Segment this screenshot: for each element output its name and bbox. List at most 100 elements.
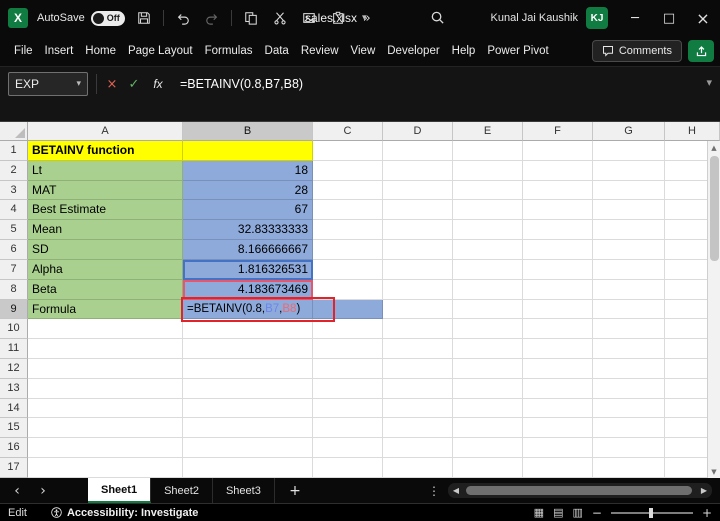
cell-A4[interactable]: Best Estimate: [28, 200, 183, 220]
cell-F6[interactable]: [523, 240, 593, 260]
cell-E2[interactable]: [453, 161, 523, 181]
cell-E4[interactable]: [453, 200, 523, 220]
cell-B2[interactable]: 18: [183, 161, 313, 181]
cell-B8[interactable]: 4.183673469: [183, 280, 313, 300]
cell-C6[interactable]: [313, 240, 383, 260]
cell-G9[interactable]: [593, 300, 665, 320]
formula-input[interactable]: =BETAINV(0.8,B7,B8): [180, 72, 303, 96]
cell-F3[interactable]: [523, 181, 593, 201]
cell-F10[interactable]: [523, 319, 593, 339]
save-icon[interactable]: [134, 8, 154, 28]
cell-A8[interactable]: Beta: [28, 280, 183, 300]
vertical-scrollbar[interactable]: ▲ ▼: [707, 141, 720, 478]
cell-A14[interactable]: [28, 399, 183, 419]
zoom-slider-thumb[interactable]: [649, 508, 653, 518]
cell-F5[interactable]: [523, 220, 593, 240]
cell-A1[interactable]: BETAINV function: [28, 141, 183, 161]
insert-function-button[interactable]: fx: [148, 72, 168, 96]
cell-C15[interactable]: [313, 418, 383, 438]
cell-E13[interactable]: [453, 379, 523, 399]
row-header-15[interactable]: 15: [0, 418, 28, 438]
cell-F15[interactable]: [523, 418, 593, 438]
ribbon-tab-file[interactable]: File: [8, 36, 39, 66]
row-header-6[interactable]: 6: [0, 240, 28, 260]
page-break-view-icon[interactable]: ▥: [572, 506, 582, 519]
cell-G17[interactable]: [593, 458, 665, 478]
accessibility-status[interactable]: Accessibility: Investigate: [51, 507, 198, 519]
sheet-tab-sheet2[interactable]: Sheet2: [151, 478, 213, 503]
cell-E10[interactable]: [453, 319, 523, 339]
cell-F11[interactable]: [523, 339, 593, 359]
cell-F9[interactable]: [523, 300, 593, 320]
cell-C2[interactable]: [313, 161, 383, 181]
cell-G2[interactable]: [593, 161, 665, 181]
row-header-16[interactable]: 16: [0, 438, 28, 458]
autosave-switch-icon[interactable]: Off: [91, 11, 125, 26]
cell-B3[interactable]: 28: [183, 181, 313, 201]
cell-C14[interactable]: [313, 399, 383, 419]
normal-view-icon[interactable]: ▦: [534, 506, 544, 519]
cell-F17[interactable]: [523, 458, 593, 478]
cell-E3[interactable]: [453, 181, 523, 201]
row-header-11[interactable]: 11: [0, 339, 28, 359]
select-all-corner[interactable]: [0, 122, 28, 141]
cell-A17[interactable]: [28, 458, 183, 478]
cell-G11[interactable]: [593, 339, 665, 359]
user-name[interactable]: Kunal Jai Kaushik: [491, 12, 578, 24]
cell-B5[interactable]: 32.83333333: [183, 220, 313, 240]
cell-C8[interactable]: [313, 280, 383, 300]
col-header-G[interactable]: G: [593, 122, 665, 141]
cell-A5[interactable]: Mean: [28, 220, 183, 240]
cell-A12[interactable]: [28, 359, 183, 379]
cell-B15[interactable]: [183, 418, 313, 438]
cell-D13[interactable]: [383, 379, 453, 399]
cell-C16[interactable]: [313, 438, 383, 458]
cell-E5[interactable]: [453, 220, 523, 240]
col-header-A[interactable]: A: [28, 122, 183, 141]
row-header-13[interactable]: 13: [0, 379, 28, 399]
page-layout-view-icon[interactable]: ▤: [553, 506, 563, 519]
col-header-F[interactable]: F: [523, 122, 593, 141]
row-header-7[interactable]: 7: [0, 260, 28, 280]
cell-G13[interactable]: [593, 379, 665, 399]
horizontal-scroll-thumb[interactable]: [466, 486, 692, 495]
scroll-up-icon[interactable]: ▲: [708, 141, 720, 154]
cell-B11[interactable]: [183, 339, 313, 359]
cut-icon[interactable]: [270, 8, 290, 28]
cell-C1[interactable]: [313, 141, 383, 161]
add-sheet-button[interactable]: +: [283, 478, 307, 503]
cell-G14[interactable]: [593, 399, 665, 419]
vertical-scroll-thumb[interactable]: [710, 156, 719, 261]
cell-C17[interactable]: [313, 458, 383, 478]
row-header-12[interactable]: 12: [0, 359, 28, 379]
cell-E6[interactable]: [453, 240, 523, 260]
cell-B12[interactable]: [183, 359, 313, 379]
cell-C4[interactable]: [313, 200, 383, 220]
cell-C3[interactable]: [313, 181, 383, 201]
cell-D14[interactable]: [383, 399, 453, 419]
autosave-toggle[interactable]: AutoSave Off: [37, 11, 125, 26]
cell-A3[interactable]: MAT: [28, 181, 183, 201]
cell-C11[interactable]: [313, 339, 383, 359]
comments-button[interactable]: Comments: [592, 40, 682, 62]
cell-F1[interactable]: [523, 141, 593, 161]
row-header-14[interactable]: 14: [0, 399, 28, 419]
cell-C13[interactable]: [313, 379, 383, 399]
row-header-4[interactable]: 4: [0, 200, 28, 220]
cell-C7[interactable]: [313, 260, 383, 280]
document-title[interactable]: sales.xlsx ▾: [305, 0, 367, 36]
sheet-nav-right[interactable]: ›: [32, 478, 54, 503]
row-header-5[interactable]: 5: [0, 220, 28, 240]
cell-D16[interactable]: [383, 438, 453, 458]
cell-E8[interactable]: [453, 280, 523, 300]
scroll-right-icon[interactable]: ▶: [696, 486, 712, 495]
sheet-nav-left[interactable]: ‹: [6, 478, 28, 503]
tab-options-icon[interactable]: ⋮: [426, 478, 442, 503]
col-header-B[interactable]: B: [183, 122, 313, 141]
cell-G12[interactable]: [593, 359, 665, 379]
ribbon-tab-developer[interactable]: Developer: [381, 36, 445, 66]
cell-B4[interactable]: 67: [183, 200, 313, 220]
cell-A7[interactable]: Alpha: [28, 260, 183, 280]
row-header-1[interactable]: 1: [0, 141, 28, 161]
confirm-entry-button[interactable]: ✓: [124, 72, 144, 96]
